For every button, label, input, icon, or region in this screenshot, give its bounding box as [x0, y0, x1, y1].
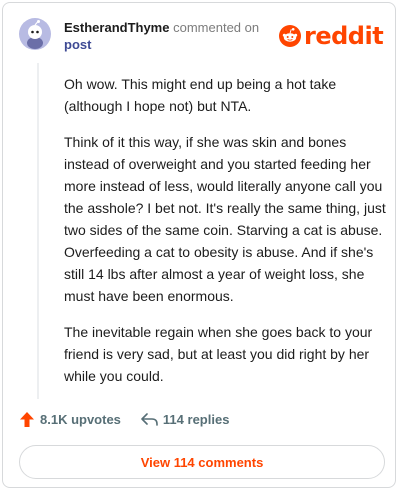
comment-header: EstherandThyme commented on post: [64, 19, 264, 53]
thread-line[interactable]: [37, 63, 39, 399]
commented-on-label: commented on: [173, 20, 260, 35]
comment-actions: 8.1K upvotes 114 replies: [20, 412, 229, 427]
reddit-wordmark: reddit: [304, 22, 384, 50]
comment-paragraph: The inevitable regain when she goes back…: [64, 324, 373, 384]
upvote-button[interactable]: 8.1K upvotes: [20, 412, 121, 427]
comment-body: Oh wow. This might end up being a hot ta…: [64, 73, 386, 401]
reddit-logo: reddit: [279, 22, 384, 50]
post-link[interactable]: post: [64, 37, 91, 52]
comment-paragraph: Oh wow. This might end up being a hot ta…: [64, 76, 337, 114]
replies-button[interactable]: 114 replies: [141, 412, 230, 427]
comment-card: EstherandThyme commented on post reddit …: [2, 2, 396, 488]
upvote-count: 8.1K upvotes: [40, 412, 121, 427]
upvote-arrow-icon[interactable]: [20, 412, 34, 427]
username[interactable]: EstherandThyme: [64, 20, 169, 35]
comment-paragraph: Think of it this way, if she was skin an…: [64, 134, 386, 304]
reply-count: 114 replies: [162, 412, 230, 427]
view-comments-button[interactable]: View 114 comments: [19, 445, 385, 479]
reply-arrow-icon: [141, 413, 158, 426]
reddit-snoo-icon: [279, 25, 301, 47]
avatar[interactable]: [19, 18, 51, 50]
